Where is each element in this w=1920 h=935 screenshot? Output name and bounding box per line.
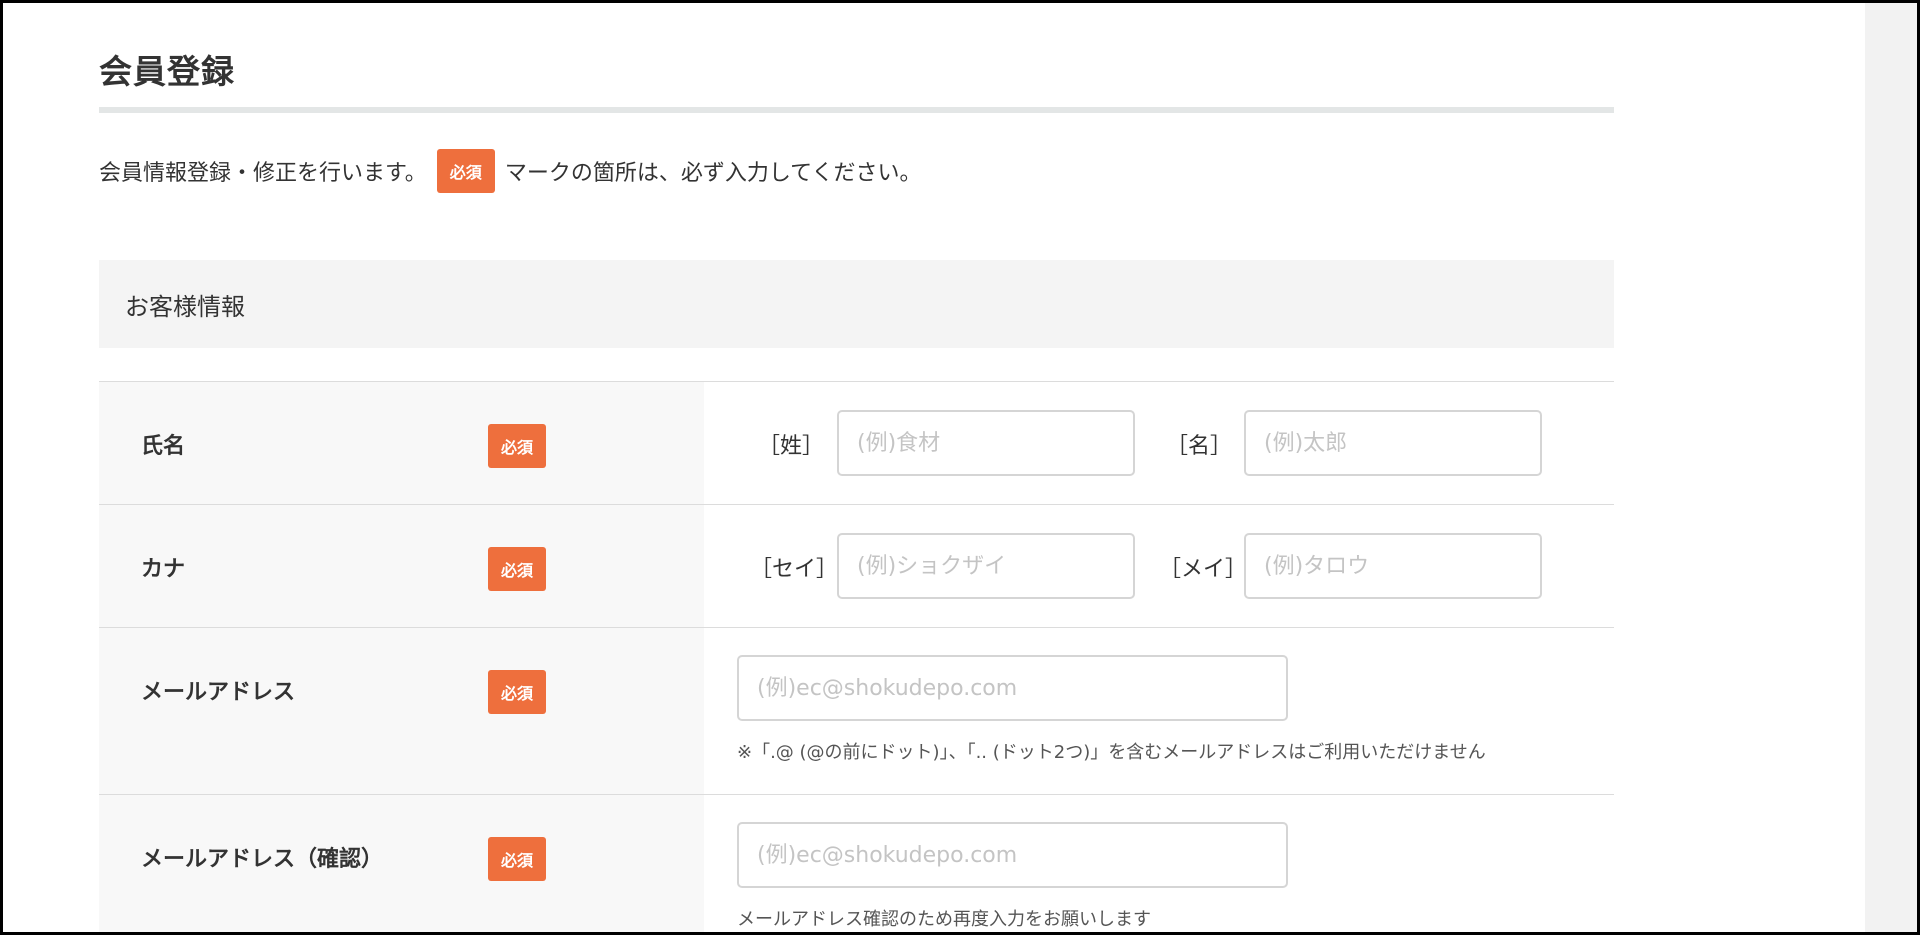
required-badge: 必須 <box>436 149 495 193</box>
last-kana-label: ［セイ］ <box>750 557 839 582</box>
value-cell-email-confirm: メールアドレス確認のため再度入力をお願いします <box>704 795 1614 932</box>
intro-text: 会員情報登録・修正を行います。 必須 マークの箇所は、必ず入力してください。 <box>99 147 922 195</box>
first-kana-input[interactable] <box>1244 533 1542 599</box>
customer-info-form: 氏名 必須 ［姓］ ［名］ カナ 必須 ［セイ］ <box>99 381 1614 932</box>
title-divider <box>99 107 1614 113</box>
value-cell-email: ※「.@ (@の前にドット)」、「.. (ドット2つ)」を含むメールアドレスはご… <box>704 628 1614 794</box>
first-kana-label: ［メイ］ <box>1159 557 1248 582</box>
label-cell-email-confirm: メールアドレス（確認） 必須 <box>99 795 704 932</box>
required-badge: 必須 <box>488 424 546 468</box>
right-gutter <box>1865 3 1917 932</box>
first-name-label: ［名］ <box>1166 434 1233 459</box>
field-label-email-confirm: メールアドレス（確認） <box>141 847 384 872</box>
field-label-email: メールアドレス <box>141 680 296 705</box>
section-title: お客様情報 <box>125 292 245 321</box>
required-badge: 必須 <box>488 837 546 881</box>
required-badge: 必須 <box>488 670 546 714</box>
last-kana-input[interactable] <box>837 533 1135 599</box>
intro-text-before: 会員情報登録・修正を行います。 <box>99 161 427 186</box>
last-name-label: ［姓］ <box>758 434 825 459</box>
page-title: 会員登録 <box>99 52 235 91</box>
label-cell-email: メールアドレス 必須 <box>99 628 704 794</box>
section-header: お客様情報 <box>99 260 1614 348</box>
email-confirm-note: メールアドレス確認のため再度入力をお願いします <box>737 909 1151 930</box>
first-name-input[interactable] <box>1244 410 1542 476</box>
form-row-kana: カナ 必須 ［セイ］ ［メイ］ <box>99 505 1614 628</box>
form-row-email: メールアドレス 必須 ※「.@ (@の前にドット)」、「.. (ドット2つ)」を… <box>99 628 1614 795</box>
field-label-name: 氏名 <box>141 434 186 459</box>
required-badge: 必須 <box>488 547 546 591</box>
form-row-email-confirm: メールアドレス（確認） 必須 メールアドレス確認のため再度入力をお願いします <box>99 795 1614 932</box>
label-cell-kana: カナ 必須 <box>99 505 704 627</box>
label-cell-name: 氏名 必須 <box>99 382 704 504</box>
last-name-input[interactable] <box>837 410 1135 476</box>
value-cell-kana: ［セイ］ ［メイ］ <box>704 505 1614 627</box>
email-confirm-input[interactable] <box>737 822 1288 888</box>
form-row-name: 氏名 必須 ［姓］ ［名］ <box>99 382 1614 505</box>
field-label-kana: カナ <box>141 557 186 582</box>
page-frame: 会員登録 会員情報登録・修正を行います。 必須 マークの箇所は、必ず入力してくだ… <box>3 3 1917 932</box>
intro-text-after: マークの箇所は、必ず入力してください。 <box>504 161 922 186</box>
email-note: ※「.@ (@の前にドット)」、「.. (ドット2つ)」を含むメールアドレスはご… <box>737 742 1486 763</box>
email-input[interactable] <box>737 655 1288 721</box>
value-cell-name: ［姓］ ［名］ <box>704 382 1614 504</box>
